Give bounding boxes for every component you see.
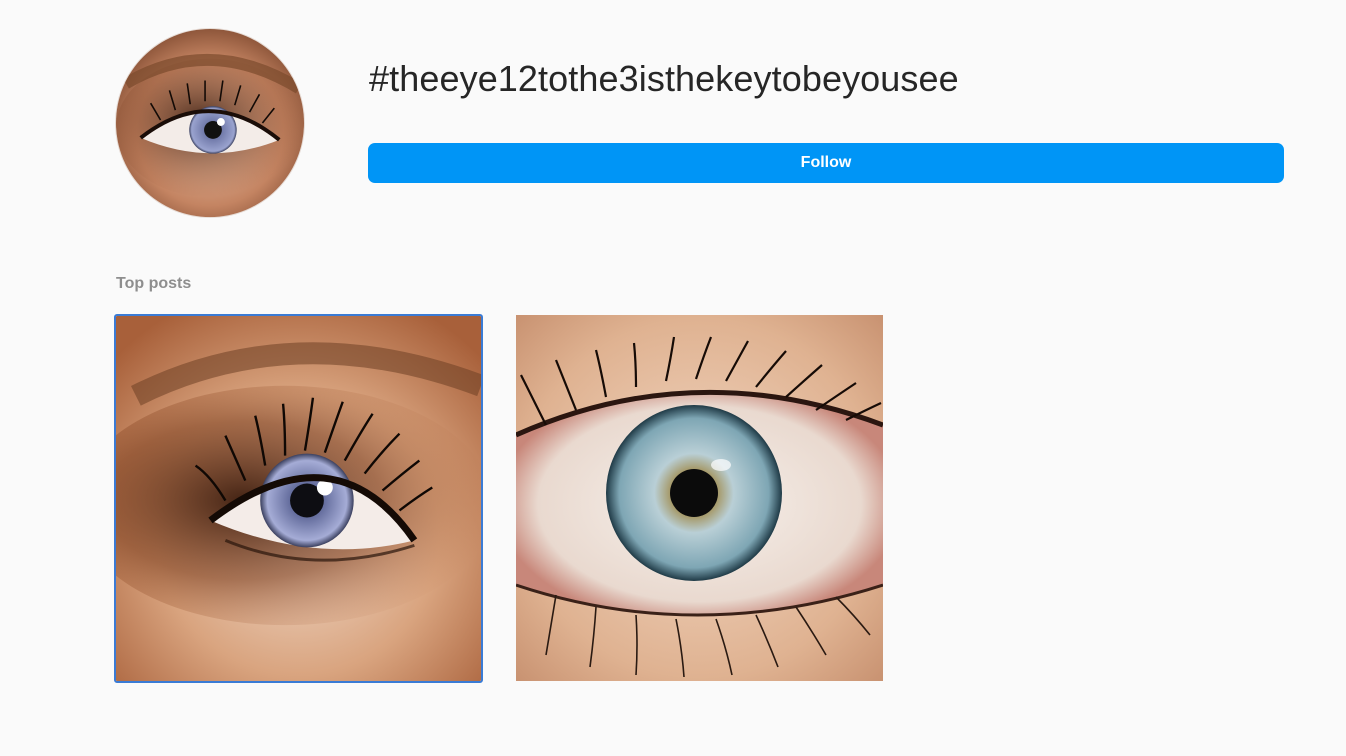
- hashtag-avatar: [115, 28, 305, 218]
- top-post-2[interactable]: [516, 315, 883, 681]
- top-posts-label: Top posts: [116, 275, 192, 292]
- follow-button[interactable]: Follow: [368, 143, 1284, 183]
- eye-image-icon: [116, 29, 304, 217]
- blue-eye-closeup-photo-icon: [516, 315, 883, 681]
- hashtag-title: #theeye12tothe3isthekeytobeyousee: [369, 58, 959, 99]
- brown-smoky-eye-photo-icon: [116, 316, 481, 681]
- top-post-1[interactable]: [114, 314, 483, 683]
